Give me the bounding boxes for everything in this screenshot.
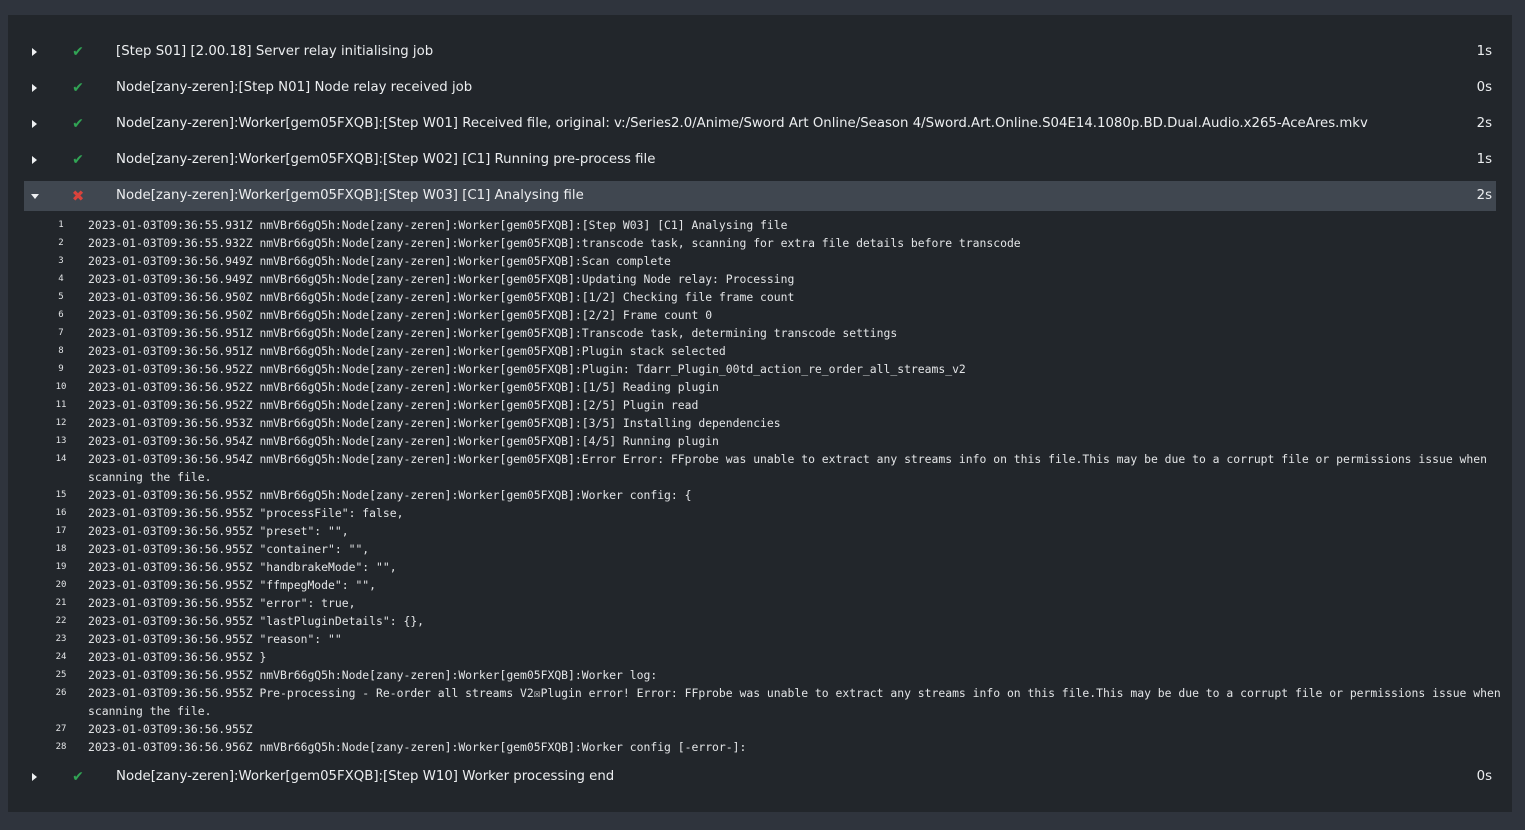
log-line-text: 2023-01-03T09:36:56.955Z nmVBr66gQ5h:Nod…	[88, 668, 658, 682]
job-report-panel: ✔ [Step S01] [2.00.18] Server relay init…	[8, 15, 1512, 812]
log-line-text: 2023-01-03T09:36:56.952Z nmVBr66gQ5h:Nod…	[88, 362, 966, 376]
log-line-text: 2023-01-03T09:36:56.949Z nmVBr66gQ5h:Nod…	[88, 254, 671, 268]
log-line-number: 7	[58, 328, 64, 338]
expand-toggle[interactable]	[24, 145, 42, 175]
log-line-text: 2023-01-03T09:36:56.949Z nmVBr66gQ5h:Nod…	[88, 272, 795, 286]
log-line-number: 9	[58, 364, 64, 374]
log-line-number: 18	[55, 544, 67, 554]
check-icon: ✔	[72, 152, 84, 168]
log-line-number: 2	[58, 238, 64, 248]
log-line-text: 2023-01-03T09:36:56.955Z Pre-processing …	[88, 686, 1508, 718]
log-line-text: 2023-01-03T09:36:56.954Z nmVBr66gQ5h:Nod…	[88, 452, 1494, 484]
step-duration: 1s	[1476, 44, 1492, 59]
log-line-number: 13	[55, 436, 67, 446]
step-title: Node[zany-zeren]:[Step N01] Node relay r…	[116, 80, 473, 95]
step-title: [Step S01] [2.00.18] Server relay initia…	[116, 44, 434, 59]
log-line-number: 28	[55, 742, 67, 752]
log-line-number: 24	[55, 652, 67, 662]
log-line-text: 2023-01-03T09:36:56.955Z "lastPluginDeta…	[88, 614, 425, 628]
check-icon: ✔	[72, 769, 84, 785]
caret-down-icon	[31, 193, 39, 199]
step-row-w03-expanded[interactable]: ✖ Node[zany-zeren]:Worker[gem05FXQB]:[St…	[24, 181, 1496, 211]
log-line-text: 2023-01-03T09:36:56.953Z nmVBr66gQ5h:Nod…	[88, 416, 781, 430]
log-line-number: 26	[55, 688, 67, 698]
log-line-number: 14	[55, 454, 67, 464]
caret-right-icon	[32, 48, 37, 56]
log-line-number: 4	[58, 274, 64, 284]
log-line-text: 2023-01-03T09:36:56.955Z	[88, 722, 253, 736]
log-line-number: 25	[55, 670, 67, 680]
log-line-number: 12	[55, 418, 67, 428]
log-line-text: 2023-01-03T09:36:56.950Z nmVBr66gQ5h:Nod…	[88, 308, 713, 322]
log-line-number: 22	[55, 616, 67, 626]
log-line-text: 2023-01-03T09:36:56.955Z "reason": ""	[88, 632, 342, 646]
log-line-number: 1	[58, 220, 64, 230]
step-title: Node[zany-zeren]:Worker[gem05FXQB]:[Step…	[116, 116, 1368, 131]
log-line-text: 2023-01-03T09:36:55.931Z nmVBr66gQ5h:Nod…	[88, 218, 788, 232]
expand-toggle[interactable]	[24, 762, 42, 792]
step-row-n01[interactable]: ✔ Node[zany-zeren]:[Step N01] Node relay…	[24, 73, 1496, 103]
log-line-text: 2023-01-03T09:36:55.932Z nmVBr66gQ5h:Nod…	[88, 236, 1021, 250]
step-duration: 1s	[1476, 152, 1492, 167]
log-line-text: 2023-01-03T09:36:56.952Z nmVBr66gQ5h:Nod…	[88, 398, 699, 412]
caret-right-icon	[32, 120, 37, 128]
log-line-text: 2023-01-03T09:36:56.955Z "ffmpegMode": "…	[88, 578, 377, 592]
log-line-text: 2023-01-03T09:36:56.955Z nmVBr66gQ5h:Nod…	[88, 488, 692, 502]
step-duration: 0s	[1476, 80, 1492, 95]
log-line-text: 2023-01-03T09:36:56.955Z "processFile": …	[88, 506, 404, 520]
step-duration: 0s	[1476, 769, 1492, 784]
step-title: Node[zany-zeren]:Worker[gem05FXQB]:[Step…	[116, 769, 615, 784]
log-line-text: 2023-01-03T09:36:56.951Z nmVBr66gQ5h:Nod…	[88, 326, 898, 340]
log-line-text: 2023-01-03T09:36:56.955Z "error": true,	[88, 596, 356, 610]
log-line-text: 2023-01-03T09:36:56.952Z nmVBr66gQ5h:Nod…	[88, 380, 719, 394]
step-duration: 2s	[1476, 188, 1492, 203]
expand-toggle[interactable]	[24, 37, 42, 67]
log-line-number: 11	[55, 400, 67, 410]
log-line-number: 16	[55, 508, 67, 518]
collapse-toggle[interactable]	[24, 181, 42, 211]
expand-toggle[interactable]	[24, 73, 42, 103]
check-icon: ✔	[72, 44, 84, 60]
log-line-number: 8	[58, 346, 64, 356]
log-line-number: 5	[58, 292, 64, 302]
log-line-number: 19	[55, 562, 67, 572]
log-line-text: 2023-01-03T09:36:56.951Z nmVBr66gQ5h:Nod…	[88, 344, 726, 358]
step-row-s01[interactable]: ✔ [Step S01] [2.00.18] Server relay init…	[24, 37, 1496, 67]
log-line-text: 2023-01-03T09:36:56.950Z nmVBr66gQ5h:Nod…	[88, 290, 795, 304]
step-duration: 2s	[1476, 116, 1492, 131]
caret-right-icon	[32, 773, 37, 781]
caret-right-icon	[32, 84, 37, 92]
check-icon: ✔	[72, 116, 84, 132]
log-line-number: 10	[55, 382, 67, 392]
step-row-w02[interactable]: ✔ Node[zany-zeren]:Worker[gem05FXQB]:[St…	[24, 145, 1496, 175]
log-line-number: 27	[55, 724, 67, 734]
log-line-text: 2023-01-03T09:36:56.955Z "preset": "",	[88, 524, 349, 538]
step-title: Node[zany-zeren]:Worker[gem05FXQB]:[Step…	[116, 188, 584, 203]
cross-icon: ✖	[71, 186, 85, 205]
step-title: Node[zany-zeren]:Worker[gem05FXQB]:[Step…	[116, 152, 656, 167]
log-line-text: 2023-01-03T09:36:56.955Z "handbrakeMode"…	[88, 560, 397, 574]
expand-toggle[interactable]	[24, 109, 42, 139]
caret-right-icon	[32, 156, 37, 164]
check-icon: ✔	[72, 80, 84, 96]
log-line-number: 17	[55, 526, 67, 536]
log-line-number: 20	[55, 580, 67, 590]
log-line-number: 15	[55, 490, 67, 500]
log-line-number: 21	[55, 598, 67, 608]
step-row-w10[interactable]: ✔ Node[zany-zeren]:Worker[gem05FXQB]:[St…	[24, 762, 1496, 792]
log-line-text: 2023-01-03T09:36:56.955Z "container": ""…	[88, 542, 370, 556]
log-line-text: 2023-01-03T09:36:56.954Z nmVBr66gQ5h:Nod…	[88, 434, 719, 448]
log-line-text: 2023-01-03T09:36:56.956Z nmVBr66gQ5h:Nod…	[88, 740, 747, 754]
log-line-number: 6	[58, 310, 64, 320]
log-line-text: 2023-01-03T09:36:56.955Z }	[88, 650, 267, 664]
log-line-number: 3	[58, 256, 64, 266]
log-line-number: 23	[55, 634, 67, 644]
step-row-w01[interactable]: ✔ Node[zany-zeren]:Worker[gem05FXQB]:[St…	[24, 109, 1496, 139]
